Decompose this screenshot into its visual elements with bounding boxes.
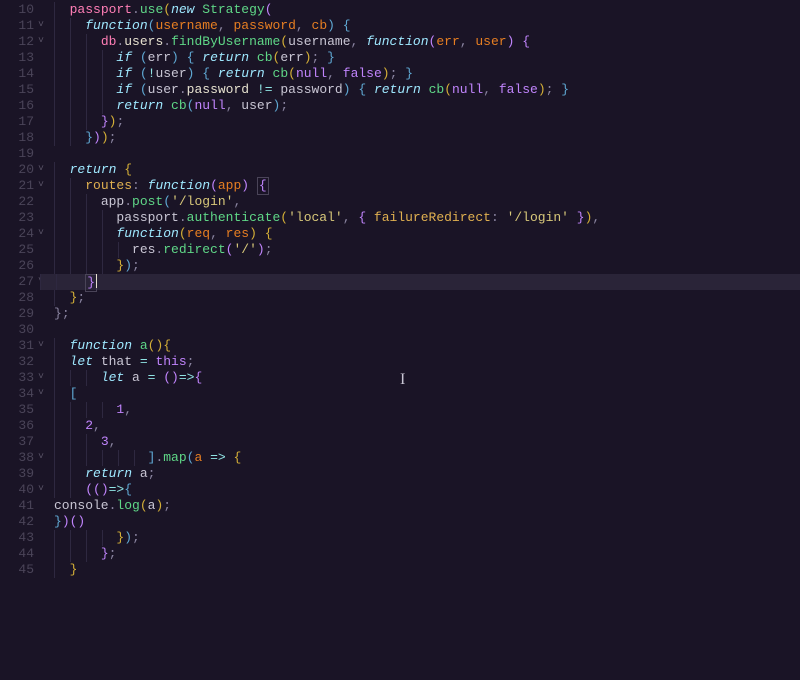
- code-line[interactable]: passport.authenticate('local', { failure…: [54, 210, 800, 226]
- line-number[interactable]: 41: [0, 498, 34, 514]
- code-line[interactable]: function a(){: [54, 338, 800, 354]
- line-number[interactable]: 20˅: [0, 162, 34, 178]
- code-line[interactable]: res.redirect('/');: [54, 242, 800, 258]
- line-number[interactable]: 11˅: [0, 18, 34, 34]
- code-line[interactable]: [54, 322, 800, 338]
- code-line[interactable]: [54, 146, 800, 162]
- line-number[interactable]: 44: [0, 546, 34, 562]
- code-line[interactable]: });: [54, 114, 800, 130]
- line-number[interactable]: 35: [0, 402, 34, 418]
- line-number[interactable]: 15: [0, 82, 34, 98]
- line-number[interactable]: 14: [0, 66, 34, 82]
- line-number[interactable]: 42: [0, 514, 34, 530]
- code-editor[interactable]: 1011˅12˅1314151617181920˅21˅222324˅25262…: [0, 0, 800, 680]
- code-line[interactable]: if (err) { return cb(err); }: [54, 50, 800, 66]
- code-line[interactable]: 3,: [54, 434, 800, 450]
- line-number[interactable]: 31˅: [0, 338, 34, 354]
- line-number[interactable]: 43: [0, 530, 34, 546]
- code-line[interactable]: return {: [54, 162, 800, 178]
- line-number[interactable]: 39: [0, 466, 34, 482]
- code-line[interactable]: })(): [54, 514, 800, 530]
- line-number[interactable]: 17: [0, 114, 34, 130]
- code-line[interactable]: routes: function(app) {: [54, 178, 800, 194]
- line-number[interactable]: 26: [0, 258, 34, 274]
- code-line[interactable]: });: [54, 258, 800, 274]
- code-line[interactable]: });: [54, 530, 800, 546]
- code-line[interactable]: 2,: [54, 418, 800, 434]
- caret: [96, 274, 97, 288]
- line-number[interactable]: 19: [0, 146, 34, 162]
- code-line[interactable]: if (user.password != password) { return …: [54, 82, 800, 98]
- code-line[interactable]: function(req, res) {: [54, 226, 800, 242]
- line-number[interactable]: 34˅: [0, 386, 34, 402]
- line-number[interactable]: 21˅: [0, 178, 34, 194]
- line-number[interactable]: 45: [0, 562, 34, 578]
- code-line[interactable]: app.post('/login',: [54, 194, 800, 210]
- line-number[interactable]: 32: [0, 354, 34, 370]
- code-line[interactable]: ].map(a => {: [54, 450, 800, 466]
- line-number[interactable]: 13: [0, 50, 34, 66]
- code-line[interactable]: };: [54, 290, 800, 306]
- line-number[interactable]: 27˅: [0, 274, 34, 290]
- code-line[interactable]: passport.use(new Strategy(: [54, 2, 800, 18]
- line-number[interactable]: 38˅: [0, 450, 34, 466]
- line-number[interactable]: 33˅: [0, 370, 34, 386]
- code-line[interactable]: }));: [54, 130, 800, 146]
- line-number[interactable]: 10: [0, 2, 34, 18]
- code-line[interactable]: (()=>{: [54, 482, 800, 498]
- line-number-gutter[interactable]: 1011˅12˅1314151617181920˅21˅222324˅25262…: [0, 2, 40, 680]
- line-number[interactable]: 24˅: [0, 226, 34, 242]
- line-number[interactable]: 36: [0, 418, 34, 434]
- code-line[interactable]: };: [54, 546, 800, 562]
- line-number[interactable]: 18: [0, 130, 34, 146]
- code-line[interactable]: let that = this;: [54, 354, 800, 370]
- code-line[interactable]: return cb(null, user);: [54, 98, 800, 114]
- line-number[interactable]: 40˅: [0, 482, 34, 498]
- line-number[interactable]: 25: [0, 242, 34, 258]
- code-line[interactable]: return a;: [54, 466, 800, 482]
- code-line[interactable]: [: [54, 386, 800, 402]
- code-line[interactable]: }: [40, 274, 800, 290]
- code-line[interactable]: console.log(a);: [54, 498, 800, 514]
- line-number[interactable]: 22: [0, 194, 34, 210]
- line-number[interactable]: 12˅: [0, 34, 34, 50]
- code-area[interactable]: passport.use(new Strategy( function(user…: [40, 2, 800, 680]
- code-line[interactable]: }: [54, 562, 800, 578]
- code-line[interactable]: if (!user) { return cb(null, false); }: [54, 66, 800, 82]
- code-line[interactable]: db.users.findByUsername(username, functi…: [54, 34, 800, 50]
- line-number[interactable]: 23: [0, 210, 34, 226]
- code-line[interactable]: let a = ()=>{: [54, 370, 800, 386]
- code-line[interactable]: 1,: [54, 402, 800, 418]
- line-number[interactable]: 29: [0, 306, 34, 322]
- line-number[interactable]: 30: [0, 322, 34, 338]
- code-line[interactable]: function(username, password, cb) {: [54, 18, 800, 34]
- code-line[interactable]: };: [54, 306, 800, 322]
- line-number[interactable]: 37: [0, 434, 34, 450]
- line-number[interactable]: 16: [0, 98, 34, 114]
- line-number[interactable]: 28: [0, 290, 34, 306]
